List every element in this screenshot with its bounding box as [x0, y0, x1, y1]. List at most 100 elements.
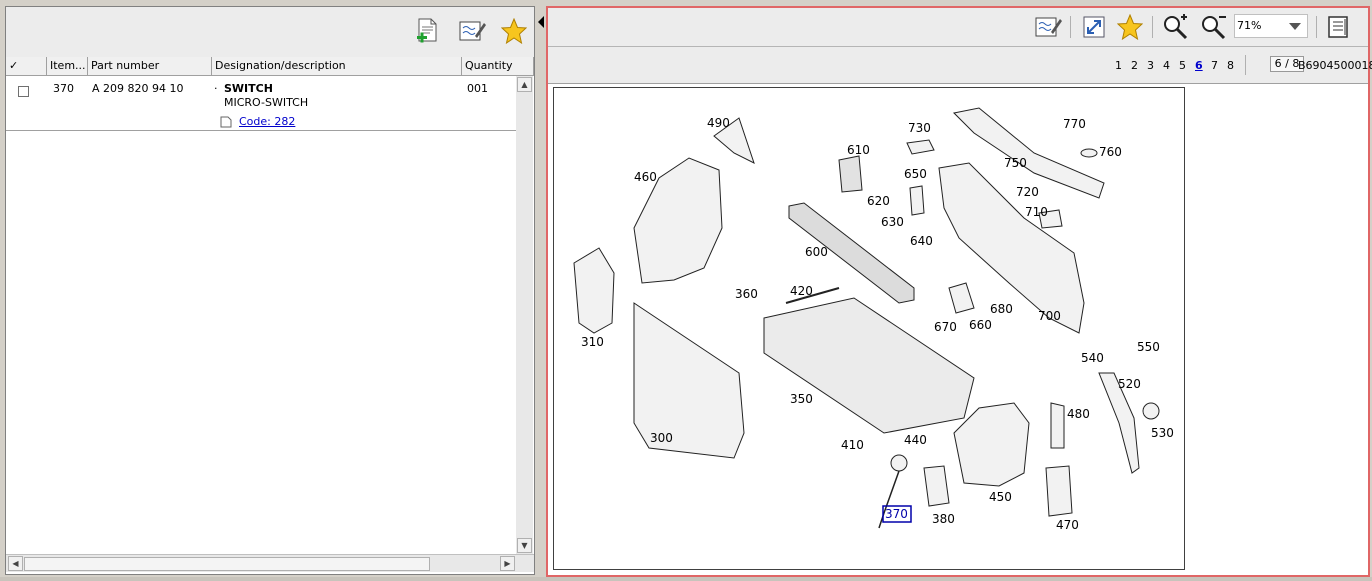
scroll-right-arrow-icon[interactable]: ▶: [500, 556, 515, 571]
callout-640[interactable]: 640: [910, 234, 933, 248]
edit-notes-button[interactable]: [1034, 13, 1062, 41]
page-link-7[interactable]: 7: [1211, 59, 1218, 72]
callout-760[interactable]: 760: [1099, 145, 1122, 159]
vertical-scrollbar[interactable]: ▲ ▼: [516, 76, 533, 554]
callout-310[interactable]: 310: [581, 335, 604, 349]
zoom-out-icon: [1202, 16, 1226, 40]
page-link-4[interactable]: 4: [1163, 59, 1170, 72]
callout-420[interactable]: 420: [790, 284, 813, 298]
callout-480[interactable]: 480: [1067, 407, 1090, 421]
callout-440[interactable]: 440: [904, 433, 927, 447]
page-link-1[interactable]: 1: [1115, 59, 1122, 72]
callout-750[interactable]: 750: [1004, 156, 1027, 170]
edit-notes-button[interactable]: [458, 17, 486, 45]
callout-720[interactable]: 720: [1016, 185, 1039, 199]
zoom-in-icon: [1164, 14, 1188, 40]
callout-470[interactable]: 470: [1056, 518, 1079, 532]
code-link[interactable]: Code: 282: [239, 115, 295, 128]
column-header-quantity[interactable]: Quantity: [462, 57, 534, 75]
toolbar-separator: [1152, 16, 1153, 38]
callout-630[interactable]: 630: [881, 215, 904, 229]
fit-window-icon: [1083, 16, 1105, 38]
part-650-shape: [909, 185, 925, 216]
favorite-star-icon: [501, 18, 527, 44]
part-760-shape: [1080, 148, 1098, 158]
zoom-level-value: 71%: [1237, 19, 1262, 32]
page-link-5[interactable]: 5: [1179, 59, 1186, 72]
callout-680[interactable]: 680: [990, 302, 1013, 316]
favorite-button[interactable]: [500, 17, 528, 45]
document-list-icon: [1328, 16, 1348, 38]
pane-splitter[interactable]: [536, 6, 546, 575]
add-document-button[interactable]: [414, 17, 442, 45]
callout-530[interactable]: 530: [1151, 426, 1174, 440]
callout-710[interactable]: 710: [1025, 205, 1048, 219]
edit-notes-icon: [1035, 17, 1062, 37]
zoom-in-button[interactable]: [1162, 13, 1190, 41]
scroll-left-arrow-icon[interactable]: ◀: [8, 556, 23, 571]
callout-660[interactable]: 660: [969, 318, 992, 332]
collapse-arrow-icon[interactable]: [538, 16, 544, 28]
document-list-button[interactable]: [1324, 13, 1352, 41]
column-header-designation[interactable]: Designation/description: [212, 57, 462, 75]
page-link-2[interactable]: 2: [1131, 59, 1138, 72]
column-header-check[interactable]: ✓: [6, 57, 47, 75]
page-link-current[interactable]: 6: [1195, 59, 1203, 72]
column-header-part-number[interactable]: Part number: [88, 57, 212, 75]
zoom-level-select[interactable]: 71%: [1234, 14, 1308, 38]
callout-410[interactable]: 410: [841, 438, 864, 452]
callout-350[interactable]: 350: [790, 392, 813, 406]
part-350-shape: [763, 297, 975, 434]
part-370-shape: [890, 454, 908, 472]
favorite-button[interactable]: [1116, 13, 1144, 41]
part-380-shape: [923, 465, 950, 507]
toolbar-separator: [1316, 16, 1317, 38]
callout-360[interactable]: 360: [735, 287, 758, 301]
callout-300[interactable]: 300: [650, 431, 673, 445]
part-530-shape: [1142, 402, 1160, 420]
callout-550[interactable]: 550: [1137, 340, 1160, 354]
callout-700[interactable]: 700: [1038, 309, 1061, 323]
callout-370[interactable]: 370: [885, 507, 908, 521]
callout-540[interactable]: 540: [1081, 351, 1104, 365]
parts-list-toolbar: [6, 7, 534, 58]
part-450-shape: [953, 402, 1030, 487]
fit-window-button[interactable]: [1080, 13, 1108, 41]
page-navigator: 1 2 3 4 5 6 7 8 6 / 8 B69045000180: [548, 47, 1372, 84]
callout-650[interactable]: 650: [904, 167, 927, 181]
callout-380[interactable]: 380: [932, 512, 955, 526]
table-row[interactable]: 370 A 209 820 94 10 · SWITCH MICRO-SWITC…: [6, 76, 516, 131]
page-link-3[interactable]: 3: [1147, 59, 1154, 72]
column-header-item[interactable]: Item...: [47, 57, 88, 75]
callout-520[interactable]: 520: [1118, 377, 1141, 391]
row-checkbox[interactable]: [18, 86, 29, 97]
callout-460[interactable]: 460: [634, 170, 657, 184]
table-header: ✓ Item... Part number Designation/descri…: [6, 57, 534, 76]
status-strip: [0, 577, 1372, 581]
drawing-pane: 71% 1 2 3 4 5 6 7 8 6 / 8 B69045000180: [546, 6, 1372, 577]
drawing-id: B69045000180: [1298, 59, 1372, 72]
edit-notes-icon: [459, 21, 486, 41]
quantity-cell: 001: [467, 82, 488, 95]
scroll-up-arrow-icon[interactable]: ▲: [517, 77, 532, 92]
callout-490[interactable]: 490: [707, 116, 730, 130]
callout-670[interactable]: 670: [934, 320, 957, 334]
chevron-down-icon: [1289, 23, 1301, 30]
callout-730[interactable]: 730: [908, 121, 931, 135]
callout-770[interactable]: 770: [1063, 117, 1086, 131]
add-document-icon: [417, 18, 437, 43]
horizontal-scrollbar[interactable]: ◀ ▶: [6, 554, 534, 572]
zoom-out-button[interactable]: [1200, 13, 1228, 41]
callout-610[interactable]: 610: [847, 143, 870, 157]
page-link-8[interactable]: 8: [1227, 59, 1234, 72]
callout-600[interactable]: 600: [805, 245, 828, 259]
scroll-down-arrow-icon[interactable]: ▼: [517, 538, 532, 553]
part-480-shape: [1050, 402, 1065, 449]
exploded-parts-drawing[interactable]: 490 460 610 730 650 620 630 640 600 770 760 750 720 7…: [553, 87, 1185, 570]
document-icon: [220, 116, 232, 127]
horizontal-scroll-thumb[interactable]: [24, 557, 430, 571]
callout-620[interactable]: 620: [867, 194, 890, 208]
designation-bullet: ·: [214, 82, 218, 95]
callout-450[interactable]: 450: [989, 490, 1012, 504]
toolbar-separator: [1070, 16, 1071, 38]
